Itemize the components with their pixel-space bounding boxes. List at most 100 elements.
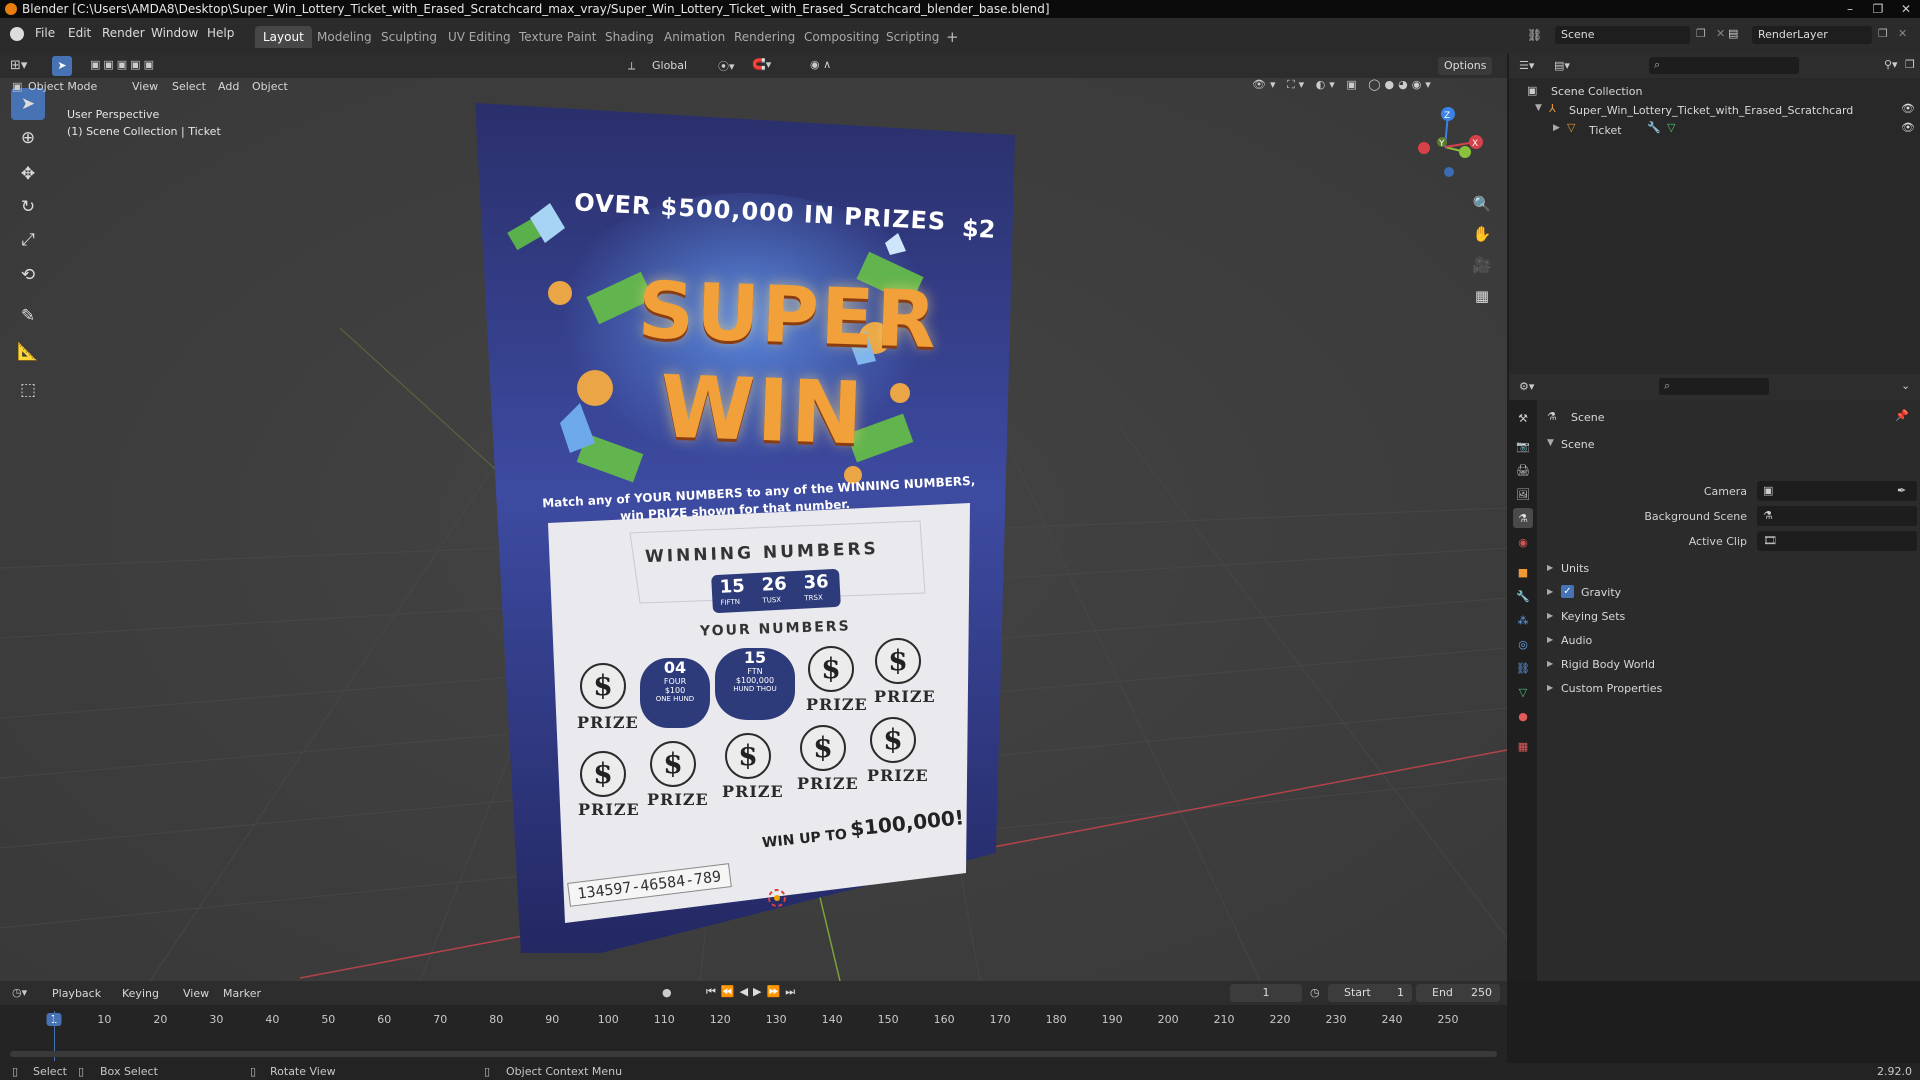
- panel-units[interactable]: ▶ Units: [1543, 558, 1920, 580]
- output-tab-icon[interactable]: 🖨: [1513, 460, 1533, 480]
- menu-select[interactable]: Select: [172, 80, 206, 93]
- pan-hand-icon[interactable]: ✋: [1467, 221, 1497, 247]
- texture-tab-icon[interactable]: ▦: [1513, 736, 1533, 756]
- timeline-ruler[interactable]: 1102030405060708090100110120130140150160…: [0, 981, 1507, 1043]
- panel-keying-sets[interactable]: ▶ Keying Sets: [1543, 606, 1920, 628]
- 3d-viewport[interactable]: ➤ ⊕ ✥ ↻ ⤢ ⟲ ✎ 📐 ⬚ User Perspective (1) S…: [0, 78, 1507, 981]
- active-clip-field[interactable]: 🎞: [1757, 531, 1917, 551]
- outliner-search-input[interactable]: [1649, 57, 1799, 74]
- background-scene-field[interactable]: ⚗: [1757, 506, 1917, 526]
- view-layer-new-icon[interactable]: ❐: [1878, 27, 1888, 40]
- new-collection-icon[interactable]: ❐: [1905, 58, 1915, 71]
- properties-search-input[interactable]: [1659, 378, 1769, 395]
- material-tab-icon[interactable]: ●: [1513, 706, 1533, 726]
- outliner-item-ticket[interactable]: Ticket: [1589, 124, 1622, 137]
- view-layer-close-icon[interactable]: ✕: [1898, 27, 1907, 40]
- tab-texture-paint[interactable]: Texture Paint: [511, 26, 604, 48]
- tab-compositing[interactable]: Compositing: [796, 26, 887, 48]
- options-dropdown[interactable]: Options: [1438, 57, 1493, 75]
- snap-icon[interactable]: 🧲▾: [752, 58, 771, 71]
- outliner-item-root-object[interactable]: Super_Win_Lottery_Ticket_with_Erased_Scr…: [1569, 104, 1853, 117]
- select-tool-icon[interactable]: ➤: [52, 56, 72, 76]
- chevron-down-icon[interactable]: ⌄: [1901, 379, 1910, 392]
- pin-icon[interactable]: 📌: [1895, 409, 1909, 422]
- maximize-icon[interactable]: ❐: [1864, 0, 1892, 18]
- panel-audio[interactable]: ▶ Audio: [1543, 630, 1920, 652]
- selection-mode-icons[interactable]: ▣▣▣▣▣: [90, 58, 157, 71]
- move-tool-icon[interactable]: ✥: [11, 158, 45, 190]
- tab-scripting[interactable]: Scripting: [878, 26, 947, 48]
- view-layer-icon[interactable]: ▤: [1728, 27, 1738, 40]
- visibility-eye-icon[interactable]: 👁: [1901, 121, 1915, 134]
- tab-animation[interactable]: Animation: [656, 26, 733, 48]
- menu-help[interactable]: Help: [207, 26, 234, 40]
- modifier-wrench-icon[interactable]: 🔧: [1647, 121, 1661, 134]
- scene-close-icon[interactable]: ✕: [1716, 27, 1725, 40]
- expand-arrow-icon[interactable]: ▶: [1553, 123, 1560, 133]
- mesh-data-icon[interactable]: ▽: [1667, 121, 1675, 134]
- camera-view-icon[interactable]: 🎥: [1467, 252, 1497, 278]
- expand-arrow-icon[interactable]: ▼: [1535, 103, 1542, 113]
- visibility-eye-icon[interactable]: 👁: [1901, 102, 1915, 115]
- timeline-scrollbar[interactable]: [10, 1051, 1497, 1057]
- properties-editor-icon[interactable]: ⚙▾: [1519, 380, 1534, 393]
- tab-modeling[interactable]: Modeling: [309, 26, 380, 48]
- tab-layout[interactable]: Layout: [255, 26, 312, 48]
- object-tab-icon[interactable]: ■: [1513, 562, 1533, 582]
- world-tab-icon[interactable]: ◉: [1513, 532, 1533, 552]
- transform-orientation-dropdown[interactable]: Global: [652, 59, 687, 72]
- display-mode-icon[interactable]: ▤▾: [1554, 59, 1570, 72]
- constraints-tab-icon[interactable]: ⛓: [1513, 658, 1533, 678]
- panel-scene[interactable]: ▼ Scene: [1543, 434, 1920, 456]
- panel-rigid-body-world[interactable]: ▶ Rigid Body World: [1543, 654, 1920, 676]
- outliner-scene-collection[interactable]: Scene Collection: [1551, 85, 1642, 98]
- gravity-checkbox[interactable]: ✓: [1561, 585, 1574, 598]
- panel-gravity[interactable]: ▶ ✓ Gravity: [1543, 582, 1920, 604]
- panel-custom-properties[interactable]: ▶ Custom Properties: [1543, 678, 1920, 700]
- menu-file[interactable]: File: [35, 26, 55, 40]
- tab-sculpting[interactable]: Sculpting: [373, 26, 445, 48]
- menu-add[interactable]: Add: [218, 80, 239, 93]
- add-workspace-icon[interactable]: +: [946, 28, 959, 46]
- perspective-toggle-icon[interactable]: ▦: [1467, 283, 1497, 309]
- render-tab-icon[interactable]: 📷: [1513, 436, 1533, 456]
- data-tab-icon[interactable]: ▽: [1513, 682, 1533, 702]
- modifiers-tab-icon[interactable]: 🔧: [1513, 586, 1533, 606]
- physics-tab-icon[interactable]: ◎: [1513, 634, 1533, 654]
- scene-icon[interactable]: ⛓: [1527, 28, 1542, 42]
- menu-render[interactable]: Render: [102, 26, 145, 40]
- particles-tab-icon[interactable]: ⁂: [1513, 610, 1533, 630]
- rotate-tool-icon[interactable]: ↻: [11, 191, 45, 223]
- proportional-edit-icon[interactable]: ◉ ∧: [810, 58, 831, 71]
- blender-menu-icon[interactable]: [10, 27, 24, 41]
- view-layer-tab-icon[interactable]: 🖼: [1513, 484, 1533, 504]
- tab-rendering[interactable]: Rendering: [726, 26, 803, 48]
- scene-new-icon[interactable]: ❐: [1696, 27, 1706, 40]
- view-layer-selector[interactable]: RenderLayer: [1752, 26, 1872, 44]
- mode-dropdown[interactable]: Object Mode: [28, 80, 97, 93]
- viewport-shading-icons[interactable]: 👁▾ ⛶▾ ◐▾ ▣ ◯●◕◉▾: [1252, 78, 1435, 92]
- outliner-editor-icon[interactable]: ☰▾: [1519, 59, 1534, 72]
- close-icon[interactable]: ✕: [1892, 0, 1920, 18]
- zoom-icon[interactable]: 🔍: [1467, 191, 1497, 217]
- camera-field[interactable]: ▣ ✒: [1757, 481, 1917, 501]
- cursor-tool-icon[interactable]: ⊕: [11, 122, 45, 154]
- filter-icon[interactable]: ⚲▾: [1884, 58, 1898, 71]
- tab-uv-editing[interactable]: UV Editing: [440, 26, 519, 48]
- minimize-icon[interactable]: –: [1836, 0, 1864, 18]
- menu-edit[interactable]: Edit: [68, 26, 91, 40]
- measure-tool-icon[interactable]: 📐: [11, 336, 45, 368]
- menu-object[interactable]: Object: [252, 80, 288, 93]
- pivot-icon[interactable]: ⦿▾: [718, 58, 735, 74]
- scene-selector[interactable]: Scene: [1555, 26, 1690, 44]
- scene-tab-icon[interactable]: ⚗: [1513, 508, 1533, 528]
- eyedropper-icon[interactable]: ✒: [1897, 484, 1906, 497]
- tool-tab-icon[interactable]: ⚒: [1513, 408, 1533, 428]
- editor-type-icon[interactable]: ⊞▾: [10, 58, 27, 73]
- transform-tool-icon[interactable]: ⟲: [11, 259, 45, 291]
- lottery-ticket-object[interactable]: OVER $500,000 IN PRIZES $2 SUPER WIN Mat…: [470, 103, 1020, 973]
- scale-tool-icon[interactable]: ⤢: [11, 224, 45, 256]
- 3d-cursor-icon[interactable]: [765, 886, 789, 910]
- menu-window[interactable]: Window: [151, 26, 198, 40]
- navigation-gizmo[interactable]: Z Y X: [1405, 102, 1485, 192]
